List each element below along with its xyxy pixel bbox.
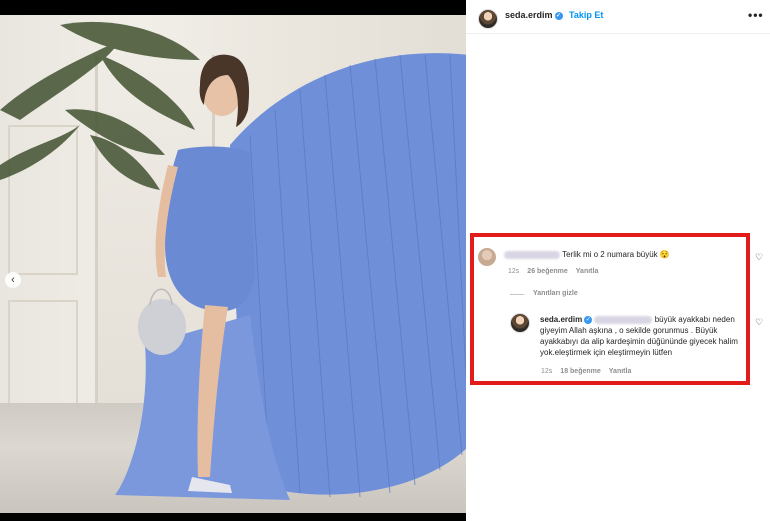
post-author[interactable]: seda.erdim ✓ [505, 10, 563, 20]
feather-bag [138, 299, 186, 355]
photo-illustration [0, 21, 466, 500]
chevron-left-icon: ‹ [11, 274, 15, 286]
previous-image-button[interactable]: ‹ [5, 272, 21, 288]
follow-button[interactable]: Takip Et [569, 10, 603, 20]
plant-leaves [0, 21, 200, 190]
post-header: seda.erdim ✓ Takip Et ••• [466, 0, 770, 34]
heart-icon[interactable]: ♡ [755, 252, 763, 263]
instagram-post-view: ‹ seda.erdim ✓ Takip Et ••• Terlik mi o 2… [0, 0, 770, 521]
post-author-username[interactable]: seda.erdim [505, 10, 553, 20]
highlight-box [470, 233, 750, 385]
post-photo[interactable]: ‹ [0, 15, 466, 513]
more-options-icon[interactable]: ••• [748, 8, 764, 22]
dress-bodice [164, 146, 255, 312]
verified-badge-icon: ✓ [554, 12, 563, 20]
avatar[interactable] [478, 9, 498, 29]
heart-icon[interactable]: ♡ [755, 317, 763, 328]
